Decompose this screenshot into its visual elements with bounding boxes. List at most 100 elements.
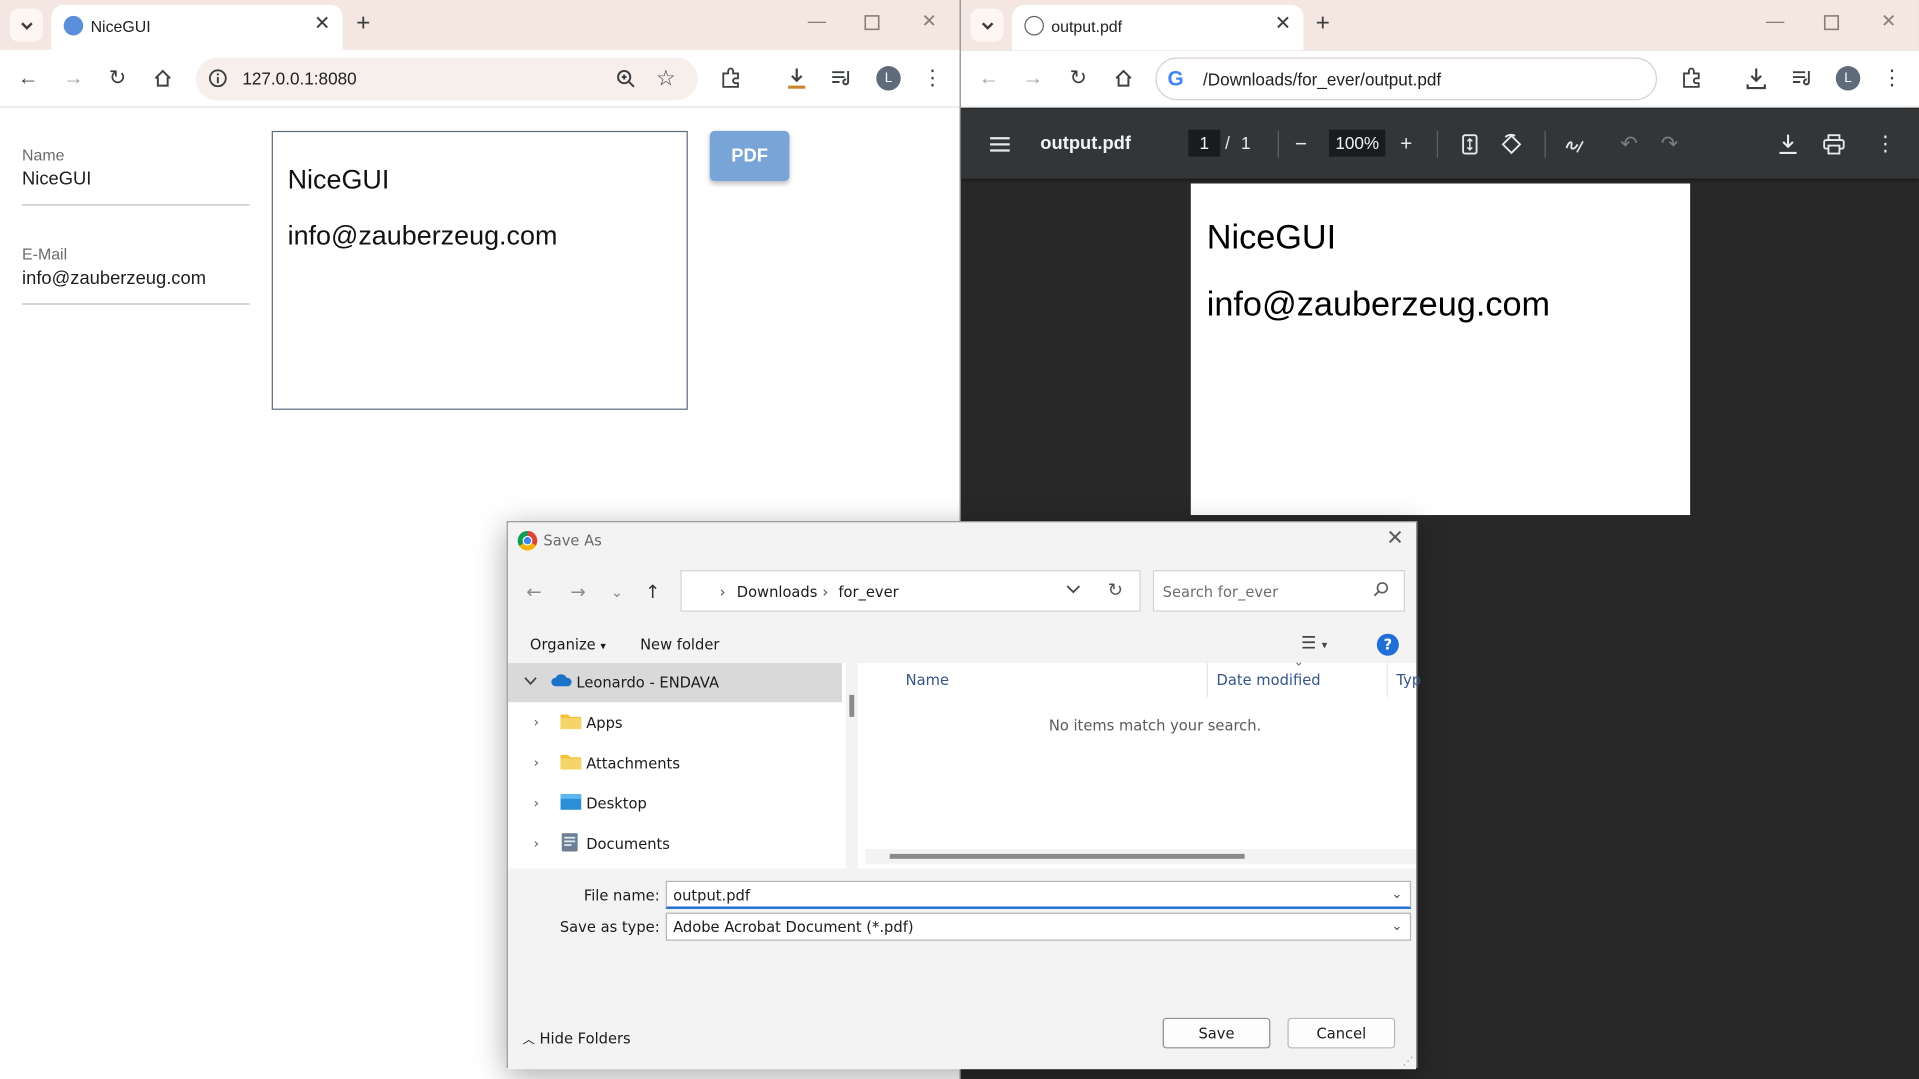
address-breadcrumb[interactable]: › Downloads › for_ever ↻ xyxy=(680,570,1141,612)
nav-item-attachments[interactable]: › Attachments xyxy=(508,744,842,783)
close-window-icon[interactable]: ✕ xyxy=(1881,12,1896,30)
email-input[interactable]: info@zauberzeug.com xyxy=(22,268,250,305)
forward-icon[interactable]: → xyxy=(1021,66,1045,90)
breadcrumb-for-ever[interactable]: for_ever xyxy=(838,584,898,601)
name-field[interactable]: Name NiceGUI xyxy=(22,146,250,206)
profile-avatar[interactable]: L xyxy=(876,66,901,91)
nav-pane-scrollbar[interactable] xyxy=(845,663,858,869)
tab-output-pdf[interactable]: output.pdf ✕ xyxy=(1012,4,1304,51)
collapsed-chevron-icon[interactable]: › xyxy=(534,795,539,811)
save-button[interactable]: Save xyxy=(1162,1017,1271,1049)
profile-avatar[interactable]: L xyxy=(1835,66,1861,91)
back-icon[interactable]: ← xyxy=(977,66,1001,90)
refresh-icon[interactable]: ↻ xyxy=(1108,579,1123,601)
rotate-icon[interactable] xyxy=(1500,132,1522,156)
collapsed-chevron-icon[interactable]: › xyxy=(534,755,539,771)
recent-locations-chevron-icon[interactable]: ⌄ xyxy=(611,581,623,603)
scrollbar-thumb[interactable] xyxy=(889,853,1245,859)
downloads-icon[interactable] xyxy=(1744,66,1768,90)
collapsed-chevron-icon[interactable]: › xyxy=(534,714,539,730)
name-input[interactable]: NiceGUI xyxy=(22,169,250,206)
chevron-down-icon[interactable]: ⌄ xyxy=(1391,886,1402,902)
zoom-in-icon[interactable]: + xyxy=(1400,132,1412,156)
back-icon[interactable]: ← xyxy=(526,581,541,603)
tab-search-button[interactable] xyxy=(970,8,1004,42)
help-icon[interactable]: ? xyxy=(1376,633,1399,656)
address-bar[interactable]: G /Downloads/for_ever/output.pdf xyxy=(1155,57,1658,101)
undo-icon[interactable]: ↶ xyxy=(1620,132,1637,156)
new-folder-button[interactable]: New folder xyxy=(640,636,719,653)
globe-icon xyxy=(1024,15,1044,36)
download-icon[interactable] xyxy=(1778,132,1798,156)
column-header-type[interactable]: Typ xyxy=(1396,672,1421,689)
chevron-down-icon[interactable]: ⌄ xyxy=(1391,918,1402,934)
forward-icon[interactable]: → xyxy=(61,66,85,90)
page-number-input[interactable]: 1 xyxy=(1188,129,1221,157)
reload-icon[interactable]: ↻ xyxy=(1066,66,1090,90)
home-icon[interactable] xyxy=(151,66,175,90)
horizontal-scrollbar[interactable] xyxy=(865,849,1416,864)
search-icon[interactable] xyxy=(1373,581,1389,602)
minimize-icon[interactable]: — xyxy=(808,12,826,30)
zoom-input[interactable]: 100% xyxy=(1329,129,1386,157)
save-as-type-select[interactable]: Adobe Acrobat Document (*.pdf) ⌄ xyxy=(665,912,1412,941)
maximize-icon[interactable] xyxy=(864,15,880,35)
column-divider[interactable] xyxy=(1386,663,1388,698)
media-controls-icon[interactable] xyxy=(1790,66,1814,90)
new-tab-icon[interactable]: + xyxy=(1316,11,1330,35)
tab-search-button[interactable] xyxy=(9,8,43,42)
pdf-button[interactable]: PDF xyxy=(709,130,790,182)
address-dropdown-icon[interactable] xyxy=(1066,581,1081,599)
zoom-out-icon[interactable]: − xyxy=(1295,132,1307,156)
up-folder-icon[interactable]: ↑ xyxy=(645,581,660,603)
address-bar[interactable]: 127.0.0.1:8080 ☆ xyxy=(195,57,698,101)
column-header-date-modified[interactable]: Date modified xyxy=(1217,672,1321,689)
new-tab-icon[interactable]: + xyxy=(356,11,370,35)
site-info-icon[interactable] xyxy=(208,69,228,95)
more-options-icon[interactable]: ⋮ xyxy=(1875,132,1896,156)
search-box[interactable]: Search for_ever xyxy=(1152,570,1405,612)
minimize-icon[interactable]: — xyxy=(1766,12,1784,30)
home-icon[interactable] xyxy=(1111,66,1135,90)
column-divider[interactable] xyxy=(1206,663,1208,698)
redo-icon[interactable]: ↷ xyxy=(1661,132,1678,156)
scrollbar-thumb[interactable] xyxy=(849,694,855,717)
expanded-chevron-icon[interactable] xyxy=(524,674,537,691)
menu-kebab-icon[interactable]: ⋮ xyxy=(1880,66,1904,90)
column-header-name[interactable]: Name xyxy=(906,672,949,689)
cancel-button[interactable]: Cancel xyxy=(1287,1017,1396,1049)
back-icon[interactable]: ← xyxy=(16,66,40,90)
view-options-icon[interactable]: ☰ ▾ xyxy=(1301,634,1327,654)
close-dialog-icon[interactable]: ✕ xyxy=(1386,528,1403,549)
downloads-icon[interactable] xyxy=(784,66,808,90)
close-tab-icon[interactable]: ✕ xyxy=(314,14,330,35)
breadcrumb-downloads[interactable]: Downloads xyxy=(737,584,818,601)
menu-kebab-icon[interactable]: ⋮ xyxy=(920,66,944,90)
collapsed-chevron-icon[interactable]: › xyxy=(534,836,539,852)
forward-icon[interactable]: → xyxy=(570,581,585,603)
media-controls-icon[interactable] xyxy=(830,66,854,90)
organize-menu[interactable]: Organize ▾ xyxy=(530,636,606,653)
nav-item-leonardo-endava[interactable]: Leonardo - ENDAVA xyxy=(507,663,843,703)
divider xyxy=(1436,130,1439,158)
close-tab-icon[interactable]: ✕ xyxy=(1275,14,1291,35)
annotate-pen-icon[interactable] xyxy=(1563,132,1585,156)
maximize-icon[interactable] xyxy=(1823,15,1840,35)
extensions-icon[interactable] xyxy=(718,66,742,90)
tab-nicegui[interactable]: NiceGUI ✕ xyxy=(51,4,343,51)
file-name-input[interactable]: output.pdf ⌄ xyxy=(665,880,1412,909)
email-field[interactable]: E-Mail info@zauberzeug.com xyxy=(22,245,250,305)
zoom-icon[interactable] xyxy=(616,69,637,96)
close-window-icon[interactable]: ✕ xyxy=(922,12,937,30)
bookmark-star-icon[interactable]: ☆ xyxy=(656,66,676,92)
nav-item-apps[interactable]: › Apps xyxy=(508,703,842,742)
extensions-icon[interactable] xyxy=(1679,66,1703,90)
hide-folders-toggle[interactable]: ︿ Hide Folders xyxy=(523,1029,631,1047)
nav-item-documents[interactable]: › Documents xyxy=(508,825,842,864)
print-icon[interactable] xyxy=(1822,132,1845,156)
fit-page-icon[interactable] xyxy=(1461,132,1478,156)
reload-icon[interactable]: ↻ xyxy=(105,66,129,90)
sidebar-menu-icon[interactable] xyxy=(989,132,1011,156)
resize-grip-icon[interactable]: ⋰ xyxy=(1403,1056,1414,1068)
nav-item-desktop[interactable]: › Desktop xyxy=(508,784,842,823)
